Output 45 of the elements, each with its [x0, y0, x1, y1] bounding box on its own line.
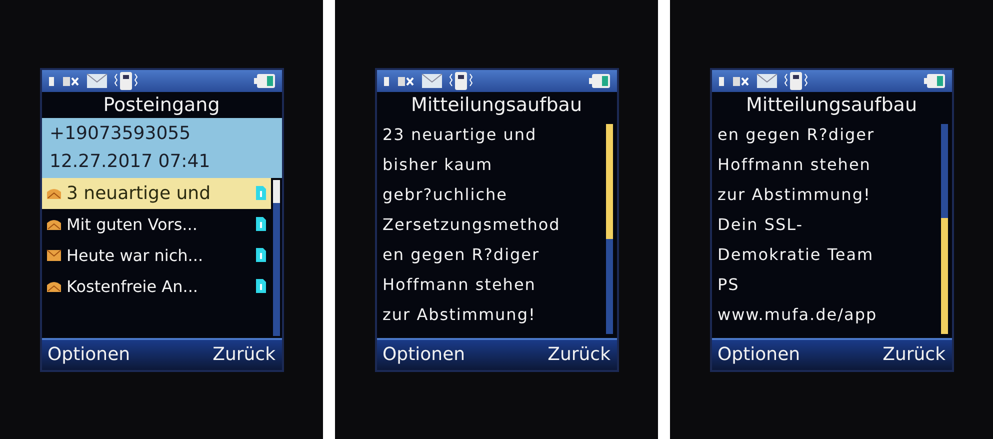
message-item[interactable]: Kostenfreie An... [42, 270, 270, 302]
envelope-icon [86, 72, 108, 88]
message-text-line: en gegen R?diger [718, 124, 876, 146]
options-softkey[interactable]: Optionen [718, 344, 800, 365]
screen-title: Mitteilungsaufbau [410, 92, 583, 118]
vibrate-phone-icon [784, 70, 808, 90]
options-softkey[interactable]: Optionen [382, 344, 466, 365]
sim-card-icon [254, 185, 266, 201]
sim-card-icon [254, 278, 266, 294]
no-sim-icon [62, 74, 80, 86]
sim-card-icon [254, 216, 266, 232]
battery-icon [254, 72, 276, 88]
back-softkey[interactable]: Zurück [548, 344, 610, 365]
message-item[interactable]: 3 neuartige und [42, 178, 270, 208]
message-text-line: zur Abstimmung! [382, 304, 537, 326]
message-text-line: zur Abstimmung! [718, 184, 872, 206]
message-text-line: Hoffmann stehen [718, 154, 872, 176]
back-softkey[interactable]: Zurück [882, 344, 946, 365]
sender-number: +19073593055 [50, 122, 192, 146]
message-text-line: en gegen R?diger [382, 244, 541, 266]
vibrate-phone-icon [448, 70, 472, 90]
message-text-line: Hoffmann stehen [382, 274, 537, 296]
message-text-line: PS [718, 274, 740, 296]
battery-icon [924, 72, 946, 88]
envelope-icon [756, 72, 778, 88]
envelope-icon [420, 72, 442, 88]
message-item[interactable]: Heute war nich... [42, 240, 270, 270]
options-softkey[interactable]: Optionen [48, 344, 130, 365]
sim-card-icon [254, 247, 266, 263]
message-text-line: bisher kaum [382, 154, 494, 176]
no-sim-icon [732, 74, 750, 86]
message-text-line: gebr?uchliche [382, 184, 508, 206]
message-text-line: Demokratie Team [718, 244, 875, 266]
vibrate-phone-icon [114, 70, 138, 90]
message-text-line: 23 neuartige und [382, 124, 538, 146]
message-text-line: Dein SSL- [718, 214, 804, 236]
message-date: 12.27.2017 07:41 [50, 150, 212, 174]
no-sim-icon [396, 74, 414, 86]
screen-title: Posteingang [102, 92, 221, 118]
battery-icon [588, 72, 610, 88]
message-text-line: www.mufa.de/app [718, 304, 878, 326]
message-item[interactable]: Mit guten Vors... [42, 208, 270, 240]
screen-title: Mitteilungsaufbau [745, 92, 918, 118]
message-text-line: Zersetzungsmethod [382, 214, 562, 236]
back-softkey[interactable]: Zurück [212, 344, 276, 365]
